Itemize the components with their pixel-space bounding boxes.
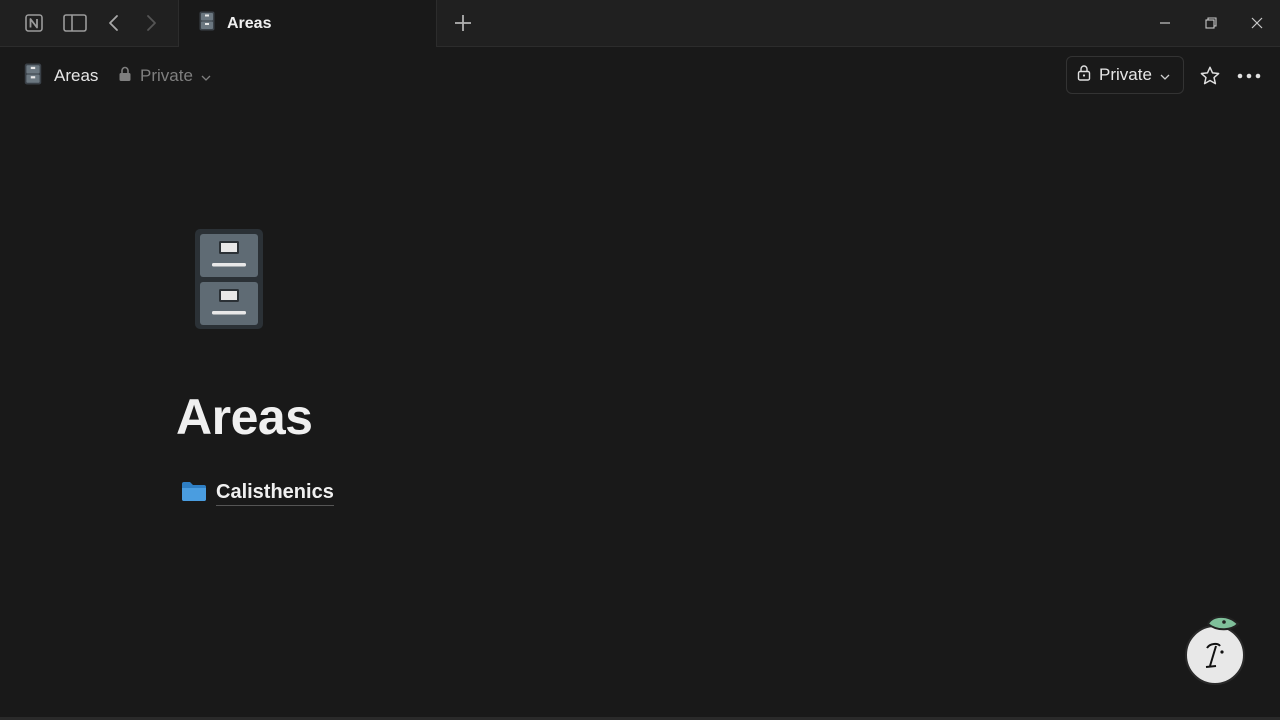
lock-open-icon <box>1077 64 1091 86</box>
minimize-button[interactable] <box>1150 8 1180 38</box>
breadcrumb-title: Areas <box>54 66 99 85</box>
lock-icon <box>118 66 132 87</box>
more-horizontal-icon <box>1237 73 1261 79</box>
minimize-icon <box>1160 22 1170 24</box>
favorite-button[interactable] <box>1196 62 1224 90</box>
subpage-label: Calisthenics <box>216 481 334 506</box>
page-icon[interactable] <box>194 228 264 330</box>
page-header-bar: Areas Private Private <box>0 48 1280 104</box>
star-icon <box>1200 66 1220 85</box>
tab-areas[interactable]: Areas <box>178 0 437 47</box>
share-label: Private <box>1099 65 1152 84</box>
subpage-link[interactable]: Calisthenics <box>181 478 334 508</box>
more-options-button[interactable] <box>1234 62 1264 90</box>
tab-title: Areas <box>227 14 272 32</box>
restore-icon <box>1205 17 1217 29</box>
file-cabinet-icon <box>24 63 42 90</box>
chevron-down-icon <box>201 66 211 86</box>
plus-icon <box>455 15 471 31</box>
close-button[interactable] <box>1242 8 1272 38</box>
back-arrow-icon[interactable] <box>99 8 129 38</box>
close-icon <box>1251 17 1263 29</box>
privacy-label: Private <box>140 66 193 85</box>
chevron-down-icon <box>1160 65 1170 85</box>
new-tab-button[interactable] <box>448 8 478 38</box>
help-assistant-button[interactable] <box>1182 612 1248 688</box>
breadcrumb[interactable]: Areas <box>24 62 98 90</box>
notion-logo-icon[interactable] <box>19 8 49 38</box>
sidebar-toggle-icon[interactable] <box>60 8 90 38</box>
file-cabinet-icon <box>199 11 215 36</box>
folder-icon <box>181 480 207 507</box>
assistant-face-icon <box>1185 615 1245 685</box>
file-cabinet-icon <box>195 229 263 329</box>
privacy-indicator[interactable]: Private <box>118 62 211 90</box>
title-bar: Areas <box>0 0 1280 47</box>
restore-button[interactable] <box>1196 8 1226 38</box>
page-title[interactable]: Areas <box>176 388 313 446</box>
forward-arrow-icon[interactable] <box>136 8 166 38</box>
share-button[interactable]: Private <box>1066 56 1184 94</box>
